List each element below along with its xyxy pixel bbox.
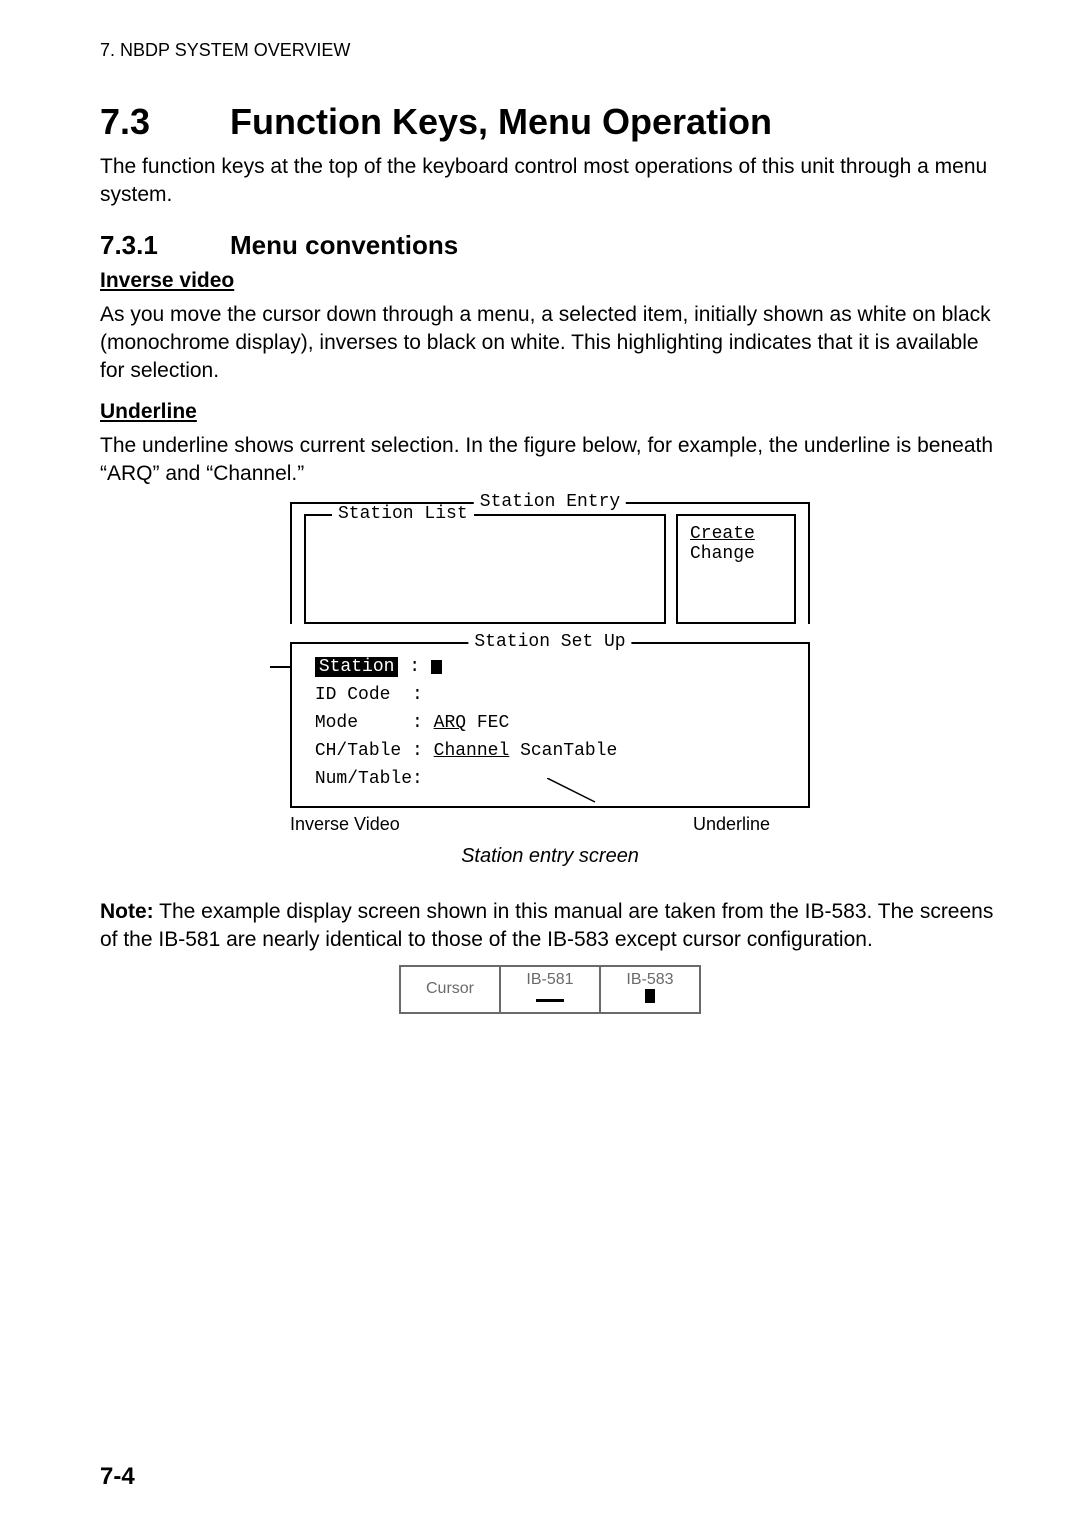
subsection-heading: 7.3.1Menu conventions bbox=[100, 230, 1000, 261]
numtable-label: Num/Table: bbox=[315, 769, 423, 789]
section-title: Function Keys, Menu Operation bbox=[230, 101, 772, 142]
cursor-col-ib583: IB-583 bbox=[600, 966, 700, 1013]
option-change[interactable]: Change bbox=[690, 544, 782, 564]
ib581-label: IB-581 bbox=[515, 971, 585, 989]
idcode-label: ID Code bbox=[315, 685, 391, 705]
connector-tick bbox=[270, 666, 290, 668]
row-chtable: CH/Table : Channel ScanTable bbox=[304, 738, 796, 766]
station-setup-frame: Station Set Up Station : ID Code : Mode … bbox=[290, 642, 810, 807]
label-inverse-video: Inverse Video bbox=[290, 814, 400, 835]
note-label: Note: bbox=[100, 900, 154, 923]
cursor-col-ib581: IB-581 bbox=[500, 966, 600, 1013]
row-station: Station : bbox=[304, 654, 796, 682]
note-text: The example display screen shown in this… bbox=[100, 900, 993, 951]
mode-value-arq: ARQ bbox=[434, 713, 466, 733]
station-label-inverse: Station bbox=[315, 657, 399, 677]
mode-value-fec: FEC bbox=[466, 713, 509, 733]
station-setup-legend: Station Set Up bbox=[468, 632, 631, 652]
station-entry-frame: Station Entry Station List Create Change bbox=[290, 502, 810, 624]
station-list-legend: Station List bbox=[332, 504, 474, 524]
station-entry-legend: Station Entry bbox=[474, 492, 626, 512]
mode-label: Mode bbox=[315, 713, 358, 733]
station-entry-diagram: Station Entry Station List Create Change… bbox=[290, 502, 810, 834]
chtable-value-scantable: ScanTable bbox=[509, 741, 617, 761]
row-mode: Mode : ARQ FEC bbox=[304, 710, 796, 738]
label-underline: Underline bbox=[693, 814, 770, 835]
page-number: 7-4 bbox=[100, 1463, 135, 1491]
block-cursor-icon bbox=[645, 989, 655, 1003]
section-number: 7.3 bbox=[100, 101, 230, 143]
cursor-col-label: Cursor bbox=[400, 966, 500, 1013]
inverse-video-text: As you move the cursor down through a me… bbox=[100, 301, 1000, 386]
options-box: Create Change bbox=[676, 514, 796, 624]
underline-text: The underline shows current selection. I… bbox=[100, 432, 1000, 489]
inverse-video-heading: Inverse video bbox=[100, 269, 1000, 293]
station-list-box: Station List bbox=[304, 514, 666, 624]
diagram-caption: Station entry screen bbox=[100, 845, 1000, 868]
section-heading: 7.3Function Keys, Menu Operation bbox=[100, 101, 1000, 143]
ib583-label: IB-583 bbox=[615, 971, 685, 989]
section-intro: The function keys at the top of the keyb… bbox=[100, 153, 1000, 210]
option-create[interactable]: Create bbox=[690, 524, 782, 544]
underline-pointer-line bbox=[547, 778, 607, 804]
subsection-number: 7.3.1 bbox=[100, 230, 230, 261]
subsection-title: Menu conventions bbox=[230, 230, 458, 260]
note-block: Note: The example display screen shown i… bbox=[100, 898, 1000, 955]
underline-cursor-icon bbox=[536, 999, 564, 1002]
running-head: 7. NBDP SYSTEM OVERVIEW bbox=[100, 40, 1000, 61]
underline-heading: Underline bbox=[100, 400, 1000, 424]
chtable-value-channel: Channel bbox=[434, 741, 510, 761]
cursor-icon bbox=[431, 660, 442, 674]
row-idcode: ID Code : bbox=[304, 682, 796, 710]
cursor-comparison-table: Cursor IB-581 IB-583 bbox=[399, 965, 701, 1014]
chtable-label: CH/Table bbox=[315, 741, 401, 761]
